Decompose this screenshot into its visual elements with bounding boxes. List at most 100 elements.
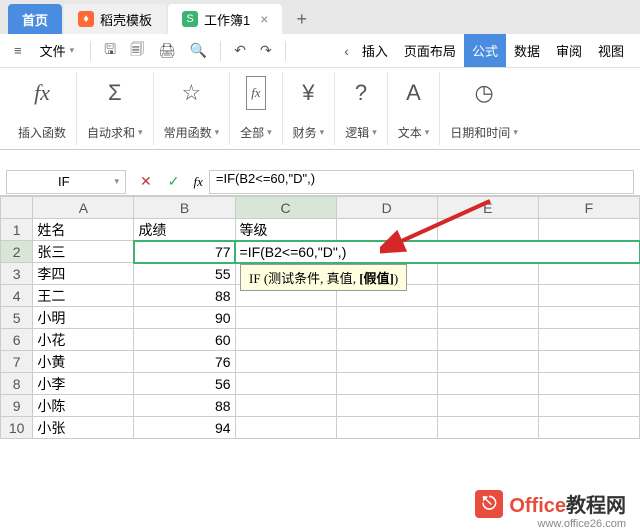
cell[interactable] <box>235 395 336 417</box>
cell[interactable] <box>538 417 639 439</box>
cell[interactable]: 60 <box>134 329 235 351</box>
row-header[interactable]: 10 <box>1 417 33 439</box>
confirm-button[interactable]: ✓ <box>160 170 188 194</box>
row-header[interactable]: 7 <box>1 351 33 373</box>
ribbon-tab-data[interactable]: 数据 <box>506 34 548 67</box>
ribbon-tab-layout[interactable]: 页面布局 <box>396 34 464 67</box>
cell[interactable] <box>336 329 437 351</box>
cell[interactable] <box>538 395 639 417</box>
cell[interactable] <box>437 351 538 373</box>
cell[interactable]: 77 <box>134 241 235 263</box>
insert-function-button[interactable]: fx 插入函数 <box>8 72 77 145</box>
cell[interactable]: 88 <box>134 395 235 417</box>
ribbon-tab-view[interactable]: 视图 <box>590 34 632 67</box>
cell[interactable] <box>538 329 639 351</box>
cancel-button[interactable]: ✕ <box>132 170 160 194</box>
cell[interactable]: 88 <box>134 285 235 307</box>
cell[interactable] <box>336 417 437 439</box>
cell[interactable] <box>437 329 538 351</box>
cell[interactable] <box>235 329 336 351</box>
undo-button[interactable]: ↶ <box>229 39 251 62</box>
cell[interactable] <box>538 285 639 307</box>
col-header-c[interactable]: C <box>235 197 336 219</box>
cell[interactable]: 小黄 <box>33 351 134 373</box>
cell[interactable]: 成绩 <box>134 219 235 241</box>
new-tab-button[interactable]: + <box>284 5 319 34</box>
print-button[interactable]: 🖨 <box>153 39 181 62</box>
cell[interactable] <box>538 263 639 285</box>
datetime-functions-button[interactable]: ◷ 日期和时间▾ <box>440 72 528 145</box>
cell[interactable] <box>538 373 639 395</box>
col-header-b[interactable]: B <box>134 197 235 219</box>
cell[interactable]: 李四 <box>33 263 134 285</box>
row-header[interactable]: 5 <box>1 307 33 329</box>
redo-button[interactable]: ↷ <box>255 39 277 62</box>
cell[interactable] <box>235 417 336 439</box>
row-header[interactable]: 2 <box>1 241 33 263</box>
cell[interactable]: 姓名 <box>33 219 134 241</box>
print-preview-button[interactable]: 🔍 <box>185 39 212 62</box>
cell[interactable] <box>538 219 639 241</box>
cell[interactable] <box>336 307 437 329</box>
cell[interactable] <box>235 307 336 329</box>
autosum-button[interactable]: Σ 自动求和▾ <box>77 72 154 145</box>
text-functions-button[interactable]: A 文本▾ <box>388 72 441 145</box>
select-all-corner[interactable] <box>1 197 33 219</box>
all-functions-button[interactable]: fx 全部▾ <box>230 72 283 145</box>
close-icon[interactable]: × <box>260 11 268 27</box>
cell[interactable] <box>437 263 538 285</box>
cell[interactable] <box>235 373 336 395</box>
cell[interactable] <box>336 351 437 373</box>
cell[interactable] <box>437 285 538 307</box>
col-header-a[interactable]: A <box>33 197 134 219</box>
row-header[interactable]: 3 <box>1 263 33 285</box>
finance-functions-button[interactable]: ¥ 财务▾ <box>283 72 336 145</box>
row-header[interactable]: 4 <box>1 285 33 307</box>
question-icon: ? <box>355 76 367 110</box>
row-header[interactable]: 1 <box>1 219 33 241</box>
save-button[interactable]: 🖫 <box>99 36 121 66</box>
common-functions-button[interactable]: ☆ 常用函数▾ <box>154 72 231 145</box>
cell[interactable] <box>538 351 639 373</box>
prev-tabs-button[interactable]: ‹ <box>339 40 354 62</box>
cell[interactable] <box>336 373 437 395</box>
cell[interactable]: 张三 <box>33 241 134 263</box>
cell[interactable] <box>538 307 639 329</box>
fx-icon[interactable]: fx <box>187 174 208 190</box>
cell[interactable] <box>437 373 538 395</box>
cell[interactable] <box>235 351 336 373</box>
cell[interactable]: 90 <box>134 307 235 329</box>
ribbon-tab-review[interactable]: 审阅 <box>548 34 590 67</box>
ribbon-tab-formula[interactable]: 公式 <box>464 34 506 67</box>
formula-input[interactable]: =IF(B2<=60,"D",) <box>209 170 634 194</box>
logic-functions-button[interactable]: ? 逻辑▾ <box>335 72 388 145</box>
tab-templates[interactable]: ♦ 稻壳模板 <box>64 4 166 34</box>
cell[interactable]: 小陈 <box>33 395 134 417</box>
cell[interactable] <box>437 417 538 439</box>
row-header[interactable]: 9 <box>1 395 33 417</box>
col-header-f[interactable]: F <box>538 197 639 219</box>
save-as-button[interactable]: 🗐 <box>125 36 149 66</box>
ribbon-tab-insert[interactable]: 插入 <box>354 34 396 67</box>
cell[interactable] <box>336 395 437 417</box>
tab-workbook1[interactable]: S 工作簿1 × <box>168 4 282 34</box>
chevron-down-icon[interactable]: ▾ <box>114 176 119 187</box>
cell[interactable]: 56 <box>134 373 235 395</box>
cell[interactable]: 55 <box>134 263 235 285</box>
cell[interactable]: 等级 <box>235 219 336 241</box>
cell[interactable] <box>437 307 538 329</box>
cell[interactable]: 王二 <box>33 285 134 307</box>
file-menu[interactable]: 文件▾ <box>32 37 83 64</box>
cell[interactable]: 小明 <box>33 307 134 329</box>
name-box[interactable]: IF ▾ <box>6 170 126 194</box>
tab-home[interactable]: 首页 <box>8 4 62 34</box>
cell[interactable]: 76 <box>134 351 235 373</box>
cell[interactable]: 小李 <box>33 373 134 395</box>
menu-icon[interactable]: ≡ <box>8 39 28 62</box>
cell[interactable]: 94 <box>134 417 235 439</box>
row-header[interactable]: 6 <box>1 329 33 351</box>
cell[interactable] <box>437 395 538 417</box>
cell[interactable]: 小张 <box>33 417 134 439</box>
cell[interactable]: 小花 <box>33 329 134 351</box>
row-header[interactable]: 8 <box>1 373 33 395</box>
